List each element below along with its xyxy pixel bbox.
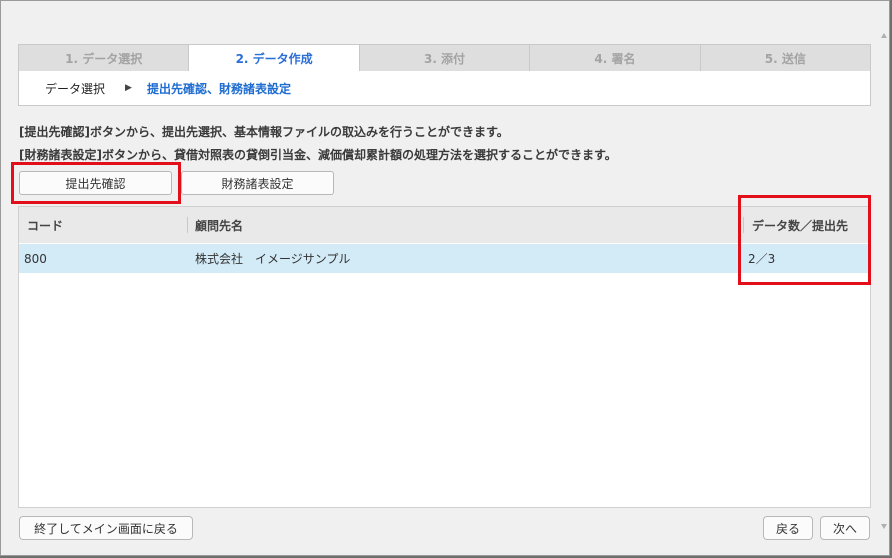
financial-statement-settings-button[interactable]: 財務諸表設定 — [181, 171, 334, 195]
step-sign[interactable]: 4. 署名 — [530, 44, 701, 72]
next-button[interactable]: 次へ — [820, 516, 870, 540]
column-header-client[interactable]: 顧問先名 — [195, 207, 243, 243]
breadcrumb-item-current: 提出先確認、財務諸表設定 — [146, 81, 291, 96]
column-divider[interactable] — [187, 217, 188, 233]
scrollbar[interactable] — [879, 31, 889, 531]
back-button[interactable]: 戻る — [763, 516, 813, 540]
breadcrumb-arrow-icon: ▶ — [125, 83, 132, 93]
breadcrumb: データ選択 ▶ 提出先確認、財務諸表設定 — [18, 71, 871, 106]
scrollbar-track-icon — [881, 33, 887, 529]
step-attach[interactable]: 3. 添付 — [359, 44, 531, 72]
step-send[interactable]: 5. 送信 — [700, 44, 872, 72]
cell-client: 株式会社 イメージサンプル — [195, 252, 351, 266]
column-header-code[interactable]: コード — [27, 207, 63, 243]
wizard-dialog: 1. データ選択 2. データ作成 3. 添付 4. 署名 5. 送信 データ選… — [0, 0, 890, 556]
breadcrumb-item-data-select: データ選択 — [45, 81, 106, 96]
step-data-create[interactable]: 2. データ作成 — [189, 44, 360, 72]
wizard-steps: 1. データ選択 2. データ作成 3. 添付 4. 署名 5. 送信 — [18, 44, 872, 72]
description-line-1: [提出先確認]ボタンから、提出先選択、基本情報ファイルの取込みを行うことができま… — [19, 125, 509, 139]
exit-to-main-button[interactable]: 終了してメイン画面に戻る — [19, 516, 193, 540]
cell-code: 800 — [24, 251, 47, 266]
description-line-2: [財務諸表設定]ボタンから、貸借対照表の貸倒引当金、減価償却累計額の処理方法を選… — [19, 148, 617, 162]
step-data-select[interactable]: 1. データ選択 — [18, 44, 190, 72]
highlight-confirm-button — [11, 162, 181, 204]
highlight-count-column — [738, 195, 871, 285]
